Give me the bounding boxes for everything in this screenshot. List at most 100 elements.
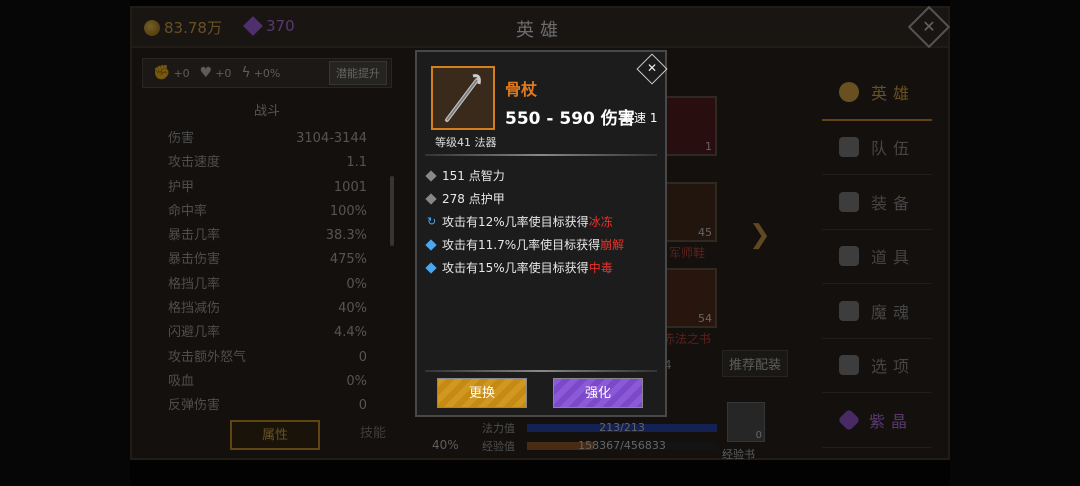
attr-text: 攻击有12%几率使目标获得	[442, 215, 589, 229]
stat-row: 伤害 3104-3144	[142, 127, 392, 151]
exp-row: 经验值 158367/456833	[482, 438, 717, 454]
book-count: 0	[755, 430, 762, 441]
stat-value: 0%	[346, 276, 367, 292]
mana-bar: 213/213	[527, 421, 717, 434]
nav-label: 英雄	[870, 84, 915, 104]
nav-team[interactable]: 队伍	[822, 121, 932, 175]
item-attack-speed: 攻速 1	[622, 111, 658, 125]
nav-label: 装备	[870, 193, 915, 213]
gear-icon	[838, 355, 859, 376]
attr-text: 攻击有15%几率使目标获得	[442, 261, 589, 275]
exp-label: 经验值	[482, 440, 515, 453]
stat-row: 格挡几率 0%	[142, 273, 392, 297]
crystal-icon	[837, 408, 861, 432]
nav-label: 选项	[870, 357, 915, 377]
boost-energy-value: +0%	[253, 66, 281, 80]
stat-label: 伤害	[168, 131, 195, 146]
item-detail-popup: 骨杖 550 - 590 伤害 攻速 1 等级41 法器 ✕ 151 点智力 2…	[415, 50, 668, 417]
stat-label: 反弹伤害	[168, 398, 221, 414]
stat-label: 攻击额外怒气	[168, 349, 247, 365]
next-arrow-icon[interactable]: ❯	[749, 220, 771, 250]
nav-soul[interactable]: 魔魂	[822, 284, 932, 339]
slot-count: 1	[705, 140, 712, 153]
stat-value: 475%	[329, 252, 367, 268]
recommend-loadout-button[interactable]: 推荐配装	[722, 350, 789, 377]
attr-freeze: ↻ 攻击有12%几率使目标获得 冰冻	[427, 210, 624, 233]
attr-armor: 278 点护甲	[425, 187, 624, 210]
diamond-bullet-icon	[425, 238, 437, 251]
exp-value: 158367/456833	[578, 439, 666, 452]
boost-health-value: +0	[215, 66, 232, 80]
stat-value: 1001	[333, 179, 367, 195]
exp-bar: 158367/456833	[527, 439, 717, 452]
stat-row: 吸血 0%	[142, 370, 392, 394]
attr-text: 攻击有11.7%几率使目标获得	[442, 238, 601, 252]
stats-panel: ✊ +0 ♥ +0 ϟ +0% 潜能提升 战斗 伤害 3104-3144 攻击速度 1.1 护…	[142, 58, 394, 458]
diamond-bullet-icon	[425, 169, 437, 182]
mana-value: 213/213	[599, 421, 645, 434]
boost-energy: ϟ +0%	[241, 65, 280, 81]
stat-row: 暴击伤害 475%	[142, 248, 392, 272]
boost-bar: ✊ +0 ♥ +0 ϟ +0% 潜能提升	[142, 58, 392, 88]
nav-items[interactable]: 道具	[822, 230, 932, 284]
nav-amethyst[interactable]: 紫晶	[822, 393, 932, 448]
stats-tabs: 属性 技能	[230, 420, 426, 450]
nav-label: 魔魂	[870, 302, 915, 322]
stat-value: 100%	[329, 203, 367, 219]
stat-value: 4.4%	[333, 325, 367, 341]
attr-effect: 冰冻	[588, 215, 613, 229]
stat-label: 格挡减伤	[168, 301, 221, 317]
stat-row: 反弹伤害 0	[142, 394, 392, 418]
refresh-icon: ↻	[427, 215, 437, 228]
stat-label: 暴击伤害	[168, 252, 221, 268]
attr-text: 278 点护甲	[442, 192, 505, 206]
lightning-icon: ϟ	[241, 65, 251, 81]
tab-skills[interactable]: 技能	[328, 420, 418, 450]
stat-row: 攻击速度 1.1	[142, 151, 392, 175]
stat-value: 3104-3144	[296, 131, 367, 146]
fist-icon: ✊	[153, 65, 171, 81]
item-attributes: 151 点智力 278 点护甲 ↻ 攻击有12%几率使目标获得 冰冻 攻击有11.7…	[425, 164, 625, 279]
boost-health: ♥ +0	[200, 65, 232, 81]
stat-label: 吸血	[168, 373, 195, 389]
stat-row: 护甲 1001	[142, 176, 392, 200]
stat-value: 0	[358, 398, 367, 414]
diamond-bullet-icon	[425, 261, 437, 274]
nav-equipment[interactable]: 装备	[822, 175, 932, 230]
nav-label: 道具	[870, 248, 915, 268]
exp-book-icon[interactable]: 0	[727, 402, 765, 442]
stat-label: 命中率	[168, 203, 208, 219]
stat-value: 0	[358, 349, 367, 365]
stat-row: 格挡减伤 40%	[142, 297, 392, 321]
swap-button[interactable]: 更换	[437, 378, 527, 408]
stat-row: 攻击额外怒气 0	[142, 346, 392, 370]
stats-scrollbar[interactable]	[390, 176, 394, 246]
attr-poison: 攻击有15%几率使目标获得 中毒	[425, 256, 624, 279]
flame-icon	[838, 300, 859, 321]
stat-row: 命中率 100%	[142, 200, 392, 224]
latent-boost-button[interactable]: 潜能提升	[329, 61, 387, 85]
top-bar: 83.78万 370 英雄 ✕	[132, 5, 951, 49]
item-level: 等级41 法器	[435, 136, 497, 149]
tab-attributes[interactable]: 属性	[230, 420, 320, 450]
nav-options[interactable]: 选项	[822, 339, 932, 393]
attr-effect: 崩解	[600, 238, 625, 252]
stat-label: 格挡几率	[168, 276, 221, 292]
bag-icon	[838, 246, 859, 267]
stat-label: 护甲	[168, 179, 195, 195]
item-name: 骨杖	[505, 80, 538, 99]
stat-value: 1.1	[346, 155, 367, 171]
left-letterbox	[0, 0, 130, 486]
nav-hero[interactable]: 英雄	[822, 66, 932, 121]
stat-label: 暴击几率	[168, 228, 221, 244]
enhance-button[interactable]: 强化	[553, 378, 643, 408]
popup-close-button[interactable]: ✕	[636, 53, 668, 85]
attr-intelligence: 151 点智力	[425, 164, 624, 187]
helmet-icon	[838, 191, 859, 212]
boost-attack-value: +0	[173, 66, 190, 80]
stat-label: 攻击速度	[168, 155, 221, 171]
nav-label: 紫晶	[868, 411, 913, 431]
attr-disintegrate: 攻击有11.7%几率使目标获得 崩解	[425, 233, 625, 256]
right-nav: 英雄 队伍 装备 道具 魔魂 选项 紫晶	[822, 66, 932, 448]
divider	[425, 370, 657, 372]
